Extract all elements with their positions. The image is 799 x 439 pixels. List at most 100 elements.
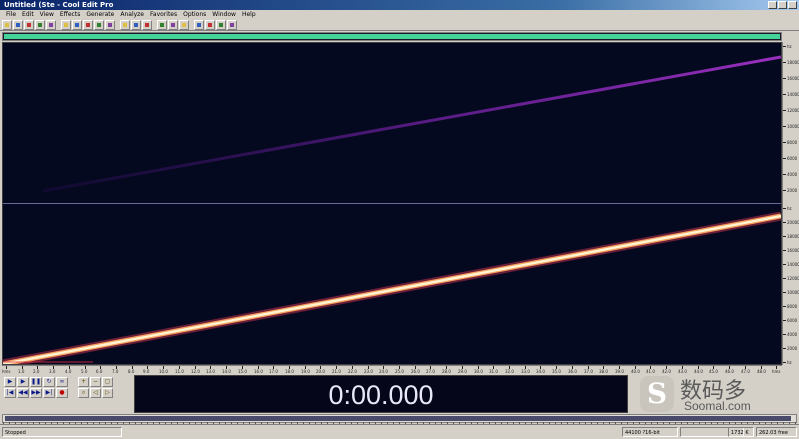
frequency-label: hz xyxy=(787,360,792,365)
ruler-tick xyxy=(783,46,786,47)
play-from-cursor-button[interactable]: ▶ xyxy=(17,377,29,387)
fast-forward-icon: ▶▶ xyxy=(31,389,41,396)
ruler-tick xyxy=(783,348,786,349)
copy-icon xyxy=(75,22,79,27)
rewind-button[interactable]: ◀◀ xyxy=(17,388,29,398)
maximize-button[interactable] xyxy=(778,1,787,9)
frequency-label: 6000 xyxy=(787,156,798,161)
settings-button[interactable] xyxy=(216,19,226,30)
loop-toggle-icon: ∞ xyxy=(59,378,65,385)
time-label: 24.0 xyxy=(379,369,388,374)
menu-effects[interactable]: Effects xyxy=(57,10,83,19)
pause-button[interactable]: ❚❚ xyxy=(30,377,42,387)
time-label: 12.0 xyxy=(191,369,200,374)
menu-edit[interactable]: Edit xyxy=(19,10,37,19)
menu-generate[interactable]: Generate xyxy=(83,10,117,19)
go-end-button[interactable]: ▶| xyxy=(43,388,55,398)
overview-bar[interactable] xyxy=(2,32,782,41)
save-icon xyxy=(27,22,31,27)
time-label: 26.0 xyxy=(411,369,420,374)
multitrack-button[interactable] xyxy=(179,19,189,30)
zoom-selection-button[interactable]: ⌕ xyxy=(78,388,89,398)
overview-range xyxy=(4,34,780,39)
frequency-label: 8000 xyxy=(787,304,798,309)
time-label: 1.0 xyxy=(18,369,25,374)
waveform-view-button[interactable] xyxy=(157,19,167,30)
time-label: 18.0 xyxy=(285,369,294,374)
copy-button[interactable] xyxy=(72,19,82,30)
time-label: 21.0 xyxy=(332,369,341,374)
close-button[interactable] xyxy=(788,1,797,9)
zoom-in-icon: + xyxy=(80,378,87,385)
fast-forward-button[interactable]: ▶▶ xyxy=(30,388,42,398)
ruler-tick xyxy=(783,158,786,159)
help-button[interactable] xyxy=(227,19,237,30)
properties-button[interactable] xyxy=(205,19,215,30)
scrollbar-thumb[interactable] xyxy=(5,416,791,421)
spectral-view-button[interactable] xyxy=(168,19,178,30)
frequency-label: hz xyxy=(787,206,792,211)
frequency-label: hz xyxy=(787,44,792,49)
zoom-selection-icon: ⌕ xyxy=(81,389,86,396)
paste-button[interactable] xyxy=(83,19,93,30)
record-button[interactable]: ● xyxy=(56,388,68,398)
horizontal-scrollbar[interactable] xyxy=(2,414,797,424)
time-label: 15.0 xyxy=(238,369,247,374)
zoom-left-button[interactable]: ◁ xyxy=(90,388,101,398)
menu-analyze[interactable]: Analyze xyxy=(117,10,147,19)
cut-button[interactable] xyxy=(61,19,71,30)
mix-paste-button[interactable] xyxy=(105,19,115,30)
menu-favorites[interactable]: Favorites xyxy=(147,10,180,19)
repeat-button[interactable] xyxy=(142,19,152,30)
frequency-label: 2000 xyxy=(787,346,798,351)
time-label: 27.0 xyxy=(426,369,435,374)
menu-options[interactable]: Options xyxy=(180,10,209,19)
ruler-tick xyxy=(783,222,786,223)
menu-view[interactable]: View xyxy=(37,10,57,19)
time-label: 31.0 xyxy=(489,369,498,374)
zoom-right-button[interactable]: ▷ xyxy=(102,388,113,398)
save-button[interactable] xyxy=(24,19,34,30)
waveform-view-icon xyxy=(160,22,164,27)
multitrack-icon xyxy=(182,22,186,27)
menu-file[interactable]: File xyxy=(3,10,19,19)
zoom-in-button[interactable]: + xyxy=(78,377,89,387)
time-label: 37.0 xyxy=(584,369,593,374)
upper-channel-sweep xyxy=(42,55,781,193)
save-all-button[interactable] xyxy=(35,19,45,30)
close-button[interactable] xyxy=(46,19,56,30)
go-start-button[interactable]: |◀ xyxy=(4,388,16,398)
record-icon: ● xyxy=(59,389,65,396)
cd-button[interactable] xyxy=(194,19,204,30)
ruler-tick xyxy=(783,62,786,63)
spectral-view-icon xyxy=(171,22,175,27)
new-button[interactable] xyxy=(2,19,12,30)
spectral-display[interactable] xyxy=(2,42,782,365)
go-start-icon: |◀ xyxy=(6,389,14,396)
frequency-label: 18000 xyxy=(787,234,799,239)
minimize-button[interactable] xyxy=(768,1,777,9)
play-button[interactable]: ▶ xyxy=(4,377,16,387)
menu-help[interactable]: Help xyxy=(239,10,259,19)
undo-button[interactable] xyxy=(120,19,130,30)
redo-button[interactable] xyxy=(131,19,141,30)
time-label: 11.0 xyxy=(175,369,184,374)
loop-toggle-button[interactable]: ∞ xyxy=(56,377,68,387)
time-label: 35.0 xyxy=(552,369,561,374)
zoom-right-icon: ▷ xyxy=(105,389,110,396)
zoom-full-button[interactable]: ◻ xyxy=(102,377,113,387)
time-label: 10.0 xyxy=(159,369,168,374)
loop-button[interactable]: ↻ xyxy=(43,377,55,387)
zoom-out-button[interactable]: − xyxy=(90,377,101,387)
paste-new-button[interactable] xyxy=(94,19,104,30)
time-label: 20.0 xyxy=(316,369,325,374)
open-button[interactable] xyxy=(13,19,23,30)
zoom-left-icon: ◁ xyxy=(93,389,98,396)
cd-icon xyxy=(197,22,201,27)
time-label: 28.0 xyxy=(442,369,451,374)
ruler-tick xyxy=(783,94,786,95)
time-label: 2.0 xyxy=(33,369,40,374)
ruler-tick xyxy=(783,174,786,175)
menu-window[interactable]: Window xyxy=(209,10,239,19)
ruler-tick xyxy=(783,190,786,191)
